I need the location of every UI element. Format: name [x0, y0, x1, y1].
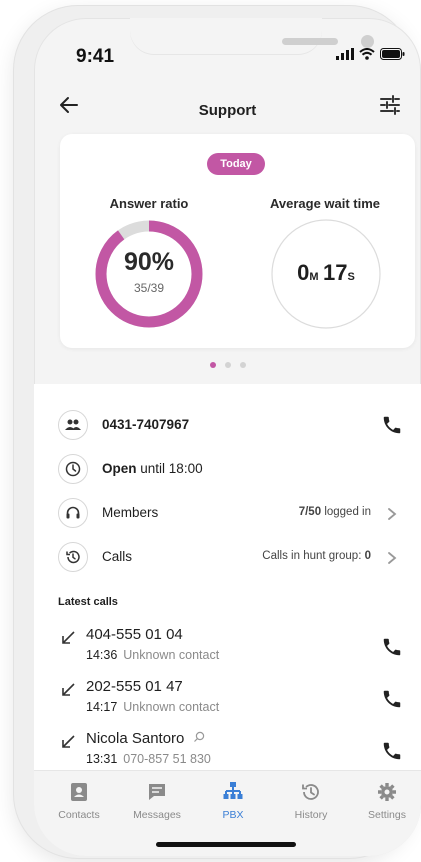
search-icon	[193, 731, 204, 742]
members-logged-in: 7/50 logged in	[298, 506, 371, 518]
headset-icon	[58, 498, 88, 528]
tab-label: Contacts	[58, 809, 100, 821]
tab-label: Settings	[368, 809, 406, 821]
tab-pbx[interactable]: PBX	[198, 781, 268, 821]
app-header: Support	[34, 84, 421, 130]
group-number-row[interactable]: 0431-7407967	[34, 404, 421, 448]
device-notch	[130, 18, 374, 54]
tab-label: PBX	[222, 809, 244, 821]
contacts-icon	[71, 783, 87, 801]
page-title: Support	[198, 102, 257, 119]
device-frame: 9:41 Support Today Answer ratio 90% 35/3…	[14, 6, 421, 858]
wait-time-circle: 0M 17S	[270, 218, 382, 330]
call-details: 14:17 Unknown contact	[86, 700, 220, 714]
incoming-call-icon	[62, 631, 75, 644]
group-number: 0431-7407967	[102, 417, 190, 432]
phone-icon[interactable]	[381, 414, 403, 436]
status-time: 9:41	[76, 46, 115, 67]
incoming-call-icon	[62, 683, 75, 696]
tab-contacts[interactable]: Contacts	[44, 781, 114, 821]
battery-icon	[380, 48, 405, 60]
tab-history[interactable]: History	[276, 781, 346, 821]
period-badge[interactable]: Today	[207, 153, 265, 175]
answer-ratio-fraction: 35/39	[133, 281, 165, 295]
call-number: 202-555 01 47	[86, 678, 183, 695]
incoming-call-icon	[62, 735, 75, 748]
page-dot[interactable]	[224, 362, 231, 368]
wifi-icon	[359, 48, 375, 60]
group-icon	[58, 410, 88, 440]
chevron-right-icon	[388, 552, 397, 564]
phone-icon[interactable]	[381, 740, 403, 762]
opening-hours: Open until 18:00	[102, 461, 203, 476]
history-icon	[58, 542, 88, 572]
members-row[interactable]: Members 7/50 logged in	[34, 492, 421, 536]
phone-icon[interactable]	[381, 636, 403, 658]
answer-ratio-percent: 90%	[123, 248, 175, 276]
call-details: 13:31 070-857 51 830	[86, 752, 211, 766]
hunt-group-calls: Calls in hunt group: 0	[262, 550, 371, 562]
page-dot[interactable]	[209, 362, 216, 368]
speaker-grille	[282, 38, 338, 45]
latest-calls-title: Latest calls	[58, 596, 118, 608]
wait-time-label: Average wait time	[269, 196, 381, 211]
home-indicator	[156, 842, 296, 847]
opening-hours-row: Open until 18:00	[34, 448, 421, 492]
call-list-item[interactable]: 202-555 01 47 14:17 Unknown contact	[34, 676, 421, 726]
wait-time-value: 0M 17S	[297, 260, 355, 285]
status-icons	[336, 48, 405, 60]
tab-label: Messages	[133, 809, 181, 821]
calls-label: Calls	[102, 549, 133, 564]
page-indicator[interactable]	[34, 362, 421, 368]
signal-icon	[336, 48, 354, 60]
call-number: 404-555 01 04	[86, 626, 183, 643]
device-screen: 9:41 Support Today Answer ratio 90% 35/3…	[34, 18, 421, 856]
message-icon	[149, 784, 165, 800]
calls-row[interactable]: Calls Calls in hunt group: 0	[34, 536, 421, 580]
gear-icon	[378, 783, 396, 801]
call-details: 14:36 Unknown contact	[86, 648, 220, 662]
history-icon	[302, 784, 319, 800]
page-dot[interactable]	[239, 362, 246, 368]
chevron-right-icon	[388, 508, 397, 520]
answer-ratio-ring: 90% 35/39	[93, 218, 205, 330]
call-contact-name: Nicola Santoro	[86, 730, 205, 747]
front-camera	[361, 35, 374, 48]
tab-settings[interactable]: Settings	[352, 781, 421, 821]
phone-icon[interactable]	[381, 688, 403, 710]
answer-ratio-label: Answer ratio	[109, 196, 189, 211]
group-details-panel: 0431-7407967 Open until 18:00 Members 7/…	[34, 384, 421, 770]
tab-messages[interactable]: Messages	[122, 781, 192, 821]
tab-label: History	[294, 809, 328, 821]
members-label: Members	[102, 505, 159, 520]
call-list-item[interactable]: 404-555 01 04 14:36 Unknown contact	[34, 624, 421, 674]
tune-icon[interactable]	[377, 92, 403, 118]
pbx-hierarchy-icon	[223, 782, 243, 799]
clock-icon	[58, 454, 88, 484]
stats-card[interactable]: Today Answer ratio 90% 35/39 Average wai…	[60, 134, 415, 348]
